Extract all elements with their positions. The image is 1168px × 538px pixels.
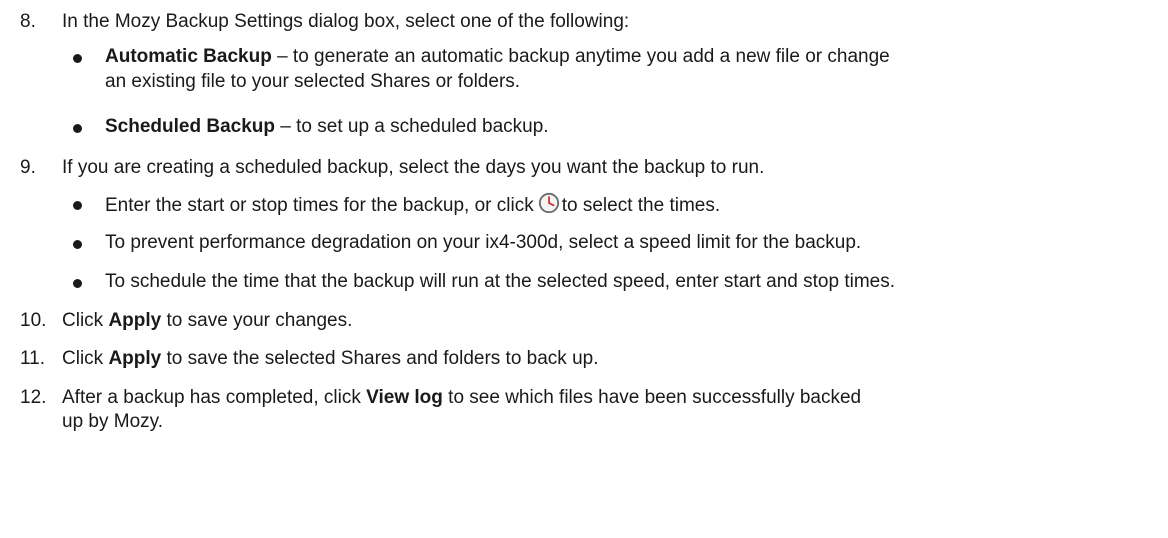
bullet-dot [73, 279, 82, 288]
bullet-dot [73, 240, 82, 249]
bullet-scheduled-backup: Scheduled Backup – to set up a scheduled… [105, 115, 549, 139]
step-12-before: After a backup has completed, click [62, 387, 367, 408]
step-12-number: 12. [20, 387, 47, 408]
automatic-backup-desc: – to generate an automatic backup anytim… [271, 46, 890, 67]
step-12-text: After a backup has completed, click View… [62, 386, 861, 410]
step-10-after: to save your changes. [161, 310, 353, 331]
enter-times-text-before: Enter the start or stop times for the ba… [105, 195, 534, 216]
bullet-speed-limit: To prevent performance degradation on yo… [105, 232, 862, 253]
step-8-text: In the Mozy Backup Settings dialog box, … [62, 11, 630, 32]
step-9-number: 9. [20, 157, 36, 178]
apply-term: Apply [108, 310, 162, 331]
bullet-enter-times: Enter the start or stop times for the ba… [105, 192, 720, 218]
bullet-automatic-backup-line1: Automatic Backup – to generate an automa… [105, 45, 890, 69]
bullet-automatic-backup-line2: an existing file to your selected Shares… [105, 71, 521, 92]
view-log-term: View log [366, 387, 443, 408]
step-10-before: Click [62, 310, 109, 331]
scheduled-backup-desc: – to set up a scheduled backup. [275, 116, 549, 137]
enter-times-text-after: to select the times. [561, 195, 721, 216]
bullet-dot [73, 54, 82, 63]
bullet-dot [73, 124, 82, 133]
scheduled-backup-term: Scheduled Backup [105, 116, 275, 137]
document-page: { "steps": { "s8": { "number": "8.", "te… [0, 0, 1168, 538]
step-10-text: Click Apply to save your changes. [62, 309, 352, 333]
step-12-after: to see which files have been successfull… [442, 387, 862, 408]
step-11-number: 11. [20, 348, 46, 369]
step-8-number: 8. [20, 11, 36, 32]
step-11-before: Click [62, 348, 109, 369]
bullet-schedule-time: To schedule the time that the backup wil… [105, 271, 896, 292]
step-12-text-line2: up by Mozy. [62, 411, 164, 432]
clock-icon[interactable] [538, 192, 560, 214]
step-10-number: 10. [20, 310, 47, 331]
step-9-text: If you are creating a scheduled backup, … [62, 157, 765, 178]
step-11-text: Click Apply to save the selected Shares … [62, 347, 599, 371]
bullet-dot [73, 201, 82, 210]
apply-term: Apply [108, 348, 162, 369]
automatic-backup-term: Automatic Backup [105, 46, 272, 67]
step-11-after: to save the selected Shares and folders … [161, 348, 599, 369]
